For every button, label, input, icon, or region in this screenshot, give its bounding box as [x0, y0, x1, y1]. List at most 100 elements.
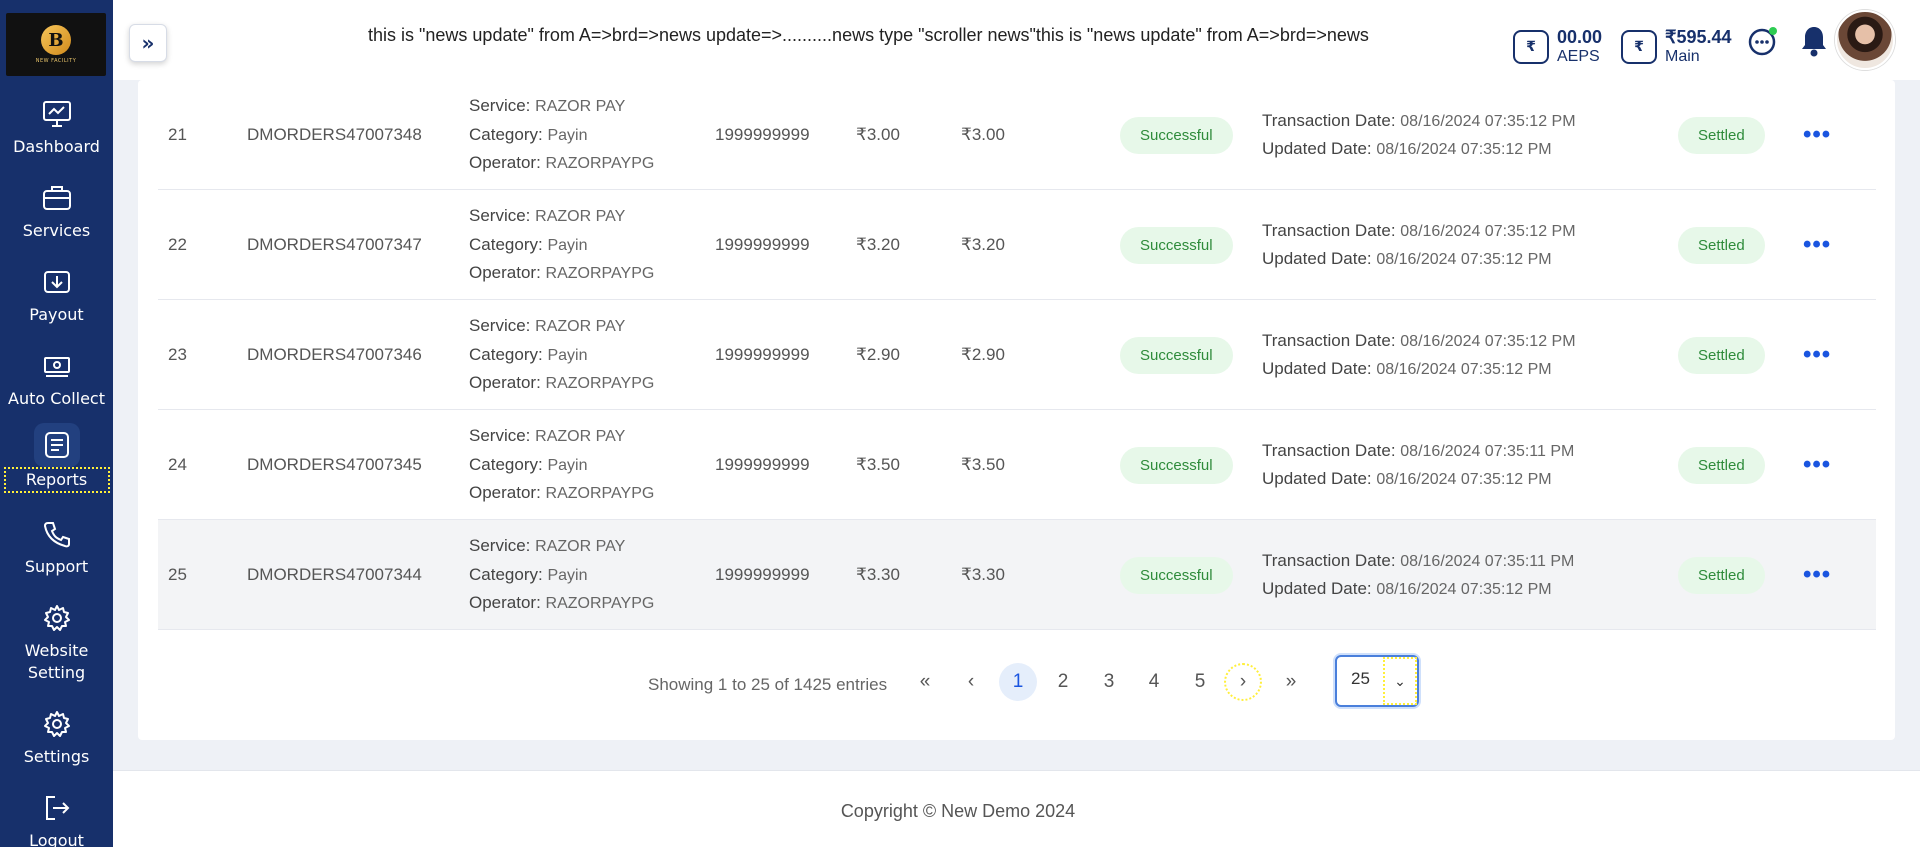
- sidebar-item-website-setting[interactable]: Website Setting: [0, 596, 113, 684]
- next-page-button[interactable]: ›: [1224, 663, 1262, 701]
- wallet-aeps[interactable]: ₹ 00.00 AEPS: [1513, 26, 1602, 66]
- chevron-right-icon: ›: [1239, 671, 1247, 692]
- txn-date-value: 08/16/2024 07:35:12 PM: [1400, 332, 1576, 350]
- order-id: DMORDERS47007346: [247, 345, 422, 364]
- transactions-table: 21 DMORDERS47007348 Service: RAZOR PAY Cate…: [158, 80, 1876, 630]
- more-dots-icon: •••: [1803, 561, 1832, 588]
- dates-info: Transaction Date: 08/16/2024 07:35:12 PM…: [1262, 300, 1576, 410]
- page-1-button[interactable]: 1: [999, 663, 1037, 701]
- category-label: Category:: [469, 564, 543, 584]
- more-actions-button[interactable]: •••: [1803, 80, 1831, 190]
- page-3-button[interactable]: 3: [1090, 663, 1128, 701]
- service-info: Service: RAZOR PAY Category: Payin Operato…: [469, 410, 654, 520]
- wallet-icon: ₹: [1621, 30, 1657, 64]
- first-page-button[interactable]: «: [906, 663, 944, 701]
- per-page-value: 25: [1351, 669, 1370, 688]
- more-actions-button[interactable]: •••: [1803, 410, 1831, 520]
- more-actions-button[interactable]: •••: [1803, 520, 1831, 630]
- page-2-button[interactable]: 2: [1044, 663, 1082, 701]
- service-value: RAZOR PAY: [535, 208, 626, 226]
- sidebar-item-auto-collect[interactable]: Auto Collect: [0, 344, 113, 410]
- table-row: 23 DMORDERS47007346 Service: RAZOR PAY Cate…: [158, 300, 1876, 410]
- entries-info: Showing 1 to 25 of 1425 entries: [648, 675, 888, 694]
- pagination: Showing 1 to 25 of 1425 entries « ‹ 1 2 …: [138, 655, 1895, 715]
- settlement-cell: Settled: [1678, 190, 1765, 300]
- order-id: DMORDERS47007345: [247, 455, 422, 474]
- prev-page-button[interactable]: ‹: [952, 663, 990, 701]
- more-actions-button[interactable]: •••: [1803, 190, 1831, 300]
- category-label: Category:: [469, 124, 543, 144]
- settlement-badge: Settled: [1678, 226, 1765, 264]
- page-5-button[interactable]: 5: [1181, 663, 1219, 701]
- amount: ₹3.30: [856, 565, 900, 584]
- service-label: Service:: [469, 426, 531, 446]
- upd-date-label: Updated Date:: [1262, 359, 1372, 378]
- upd-date-label: Updated Date:: [1262, 139, 1372, 158]
- phone-icon: [34, 512, 80, 556]
- more-actions-button[interactable]: •••: [1803, 300, 1831, 410]
- sidebar-item-settings[interactable]: Settings: [0, 702, 113, 768]
- auto-collect-icon: [34, 344, 80, 388]
- wallet-main[interactable]: ₹ ₹595.44 Main: [1621, 26, 1732, 66]
- top-header: » this is "news update" from A=>brd=>new…: [113, 0, 1920, 80]
- row-index: 23: [168, 345, 187, 364]
- dates-info: Transaction Date: 08/16/2024 07:35:12 PM…: [1262, 190, 1576, 300]
- sidebar-toggle-button[interactable]: »: [129, 24, 167, 62]
- category-value: Payin: [547, 236, 588, 254]
- sidebar-item-logout[interactable]: Logout: [0, 786, 113, 847]
- operator-label: Operator:: [469, 373, 541, 393]
- double-chevron-right-icon: »: [141, 31, 155, 55]
- txn-date-label: Transaction Date:: [1262, 220, 1396, 240]
- upd-date-value: 08/16/2024 07:35:12 PM: [1376, 361, 1552, 378]
- last-page-button[interactable]: »: [1272, 663, 1310, 701]
- sidebar-item-dashboard[interactable]: Dashboard: [0, 92, 113, 158]
- upd-date-label: Updated Date:: [1262, 579, 1372, 598]
- service-label: Service:: [469, 206, 531, 226]
- status-badge: Successful: [1120, 446, 1233, 484]
- copyright-text: Copyright © New Demo 2024: [840, 801, 1076, 821]
- amount: ₹3.00: [856, 125, 900, 144]
- service-value: RAZOR PAY: [535, 428, 626, 446]
- service-value: RAZOR PAY: [535, 98, 626, 116]
- sidebar-item-services[interactable]: Services: [0, 176, 113, 242]
- dates-info: Transaction Date: 08/16/2024 07:35:11 PM…: [1262, 520, 1574, 630]
- txn-date-value: 08/16/2024 07:35:12 PM: [1400, 112, 1576, 130]
- upd-date-value: 08/16/2024 07:35:12 PM: [1376, 471, 1552, 488]
- service-info: Service: RAZOR PAY Category: Payin Operato…: [469, 190, 654, 300]
- page-4-button[interactable]: 4: [1135, 663, 1173, 701]
- operator-value: RAZORPAYPG: [545, 595, 655, 613]
- chat-icon[interactable]: [1747, 26, 1779, 62]
- table-row: 25 DMORDERS47007344 Service: RAZOR PAY Cate…: [158, 520, 1876, 630]
- settlement-cell: Settled: [1678, 300, 1765, 410]
- avatar[interactable]: [1835, 10, 1895, 70]
- amount: ₹3.50: [856, 455, 900, 474]
- settlement-badge: Settled: [1678, 336, 1765, 374]
- briefcase-icon: [34, 176, 80, 220]
- settlement-cell: Settled: [1678, 410, 1765, 520]
- upd-date-value: 08/16/2024 07:35:12 PM: [1376, 251, 1552, 268]
- status-cell: Successful: [1120, 190, 1233, 300]
- payout-icon: [34, 260, 80, 304]
- row-index: 22: [168, 235, 187, 254]
- wallet-amount: 00.00: [1557, 27, 1603, 47]
- row-index: 21: [168, 125, 187, 144]
- mobile-number: 1999999999: [715, 455, 810, 474]
- per-page-select[interactable]: 25 ⌄: [1335, 655, 1419, 707]
- order-id: DMORDERS47007348: [247, 125, 422, 144]
- sidebar-item-payout[interactable]: Payout: [0, 260, 113, 326]
- txn-date-label: Transaction Date:: [1262, 440, 1396, 460]
- mobile-number: 1999999999: [715, 235, 810, 254]
- news-ticker: this is "news update" from A=>brd=>news …: [368, 25, 1369, 45]
- net-amount: ₹2.90: [961, 345, 1005, 364]
- settlement-badge: Settled: [1678, 116, 1765, 154]
- sidebar-item-support[interactable]: Support: [0, 512, 113, 578]
- operator-label: Operator:: [469, 153, 541, 173]
- operator-value: RAZORPAYPG: [545, 265, 655, 283]
- upd-date-value: 08/16/2024 07:35:12 PM: [1376, 141, 1552, 158]
- more-dots-icon: •••: [1803, 341, 1832, 368]
- bell-icon[interactable]: [1799, 24, 1829, 62]
- sidebar-item-reports[interactable]: Reports: [0, 423, 113, 493]
- logout-icon: [34, 786, 80, 830]
- gear-icon: [34, 596, 80, 640]
- settlement-badge: Settled: [1678, 556, 1765, 594]
